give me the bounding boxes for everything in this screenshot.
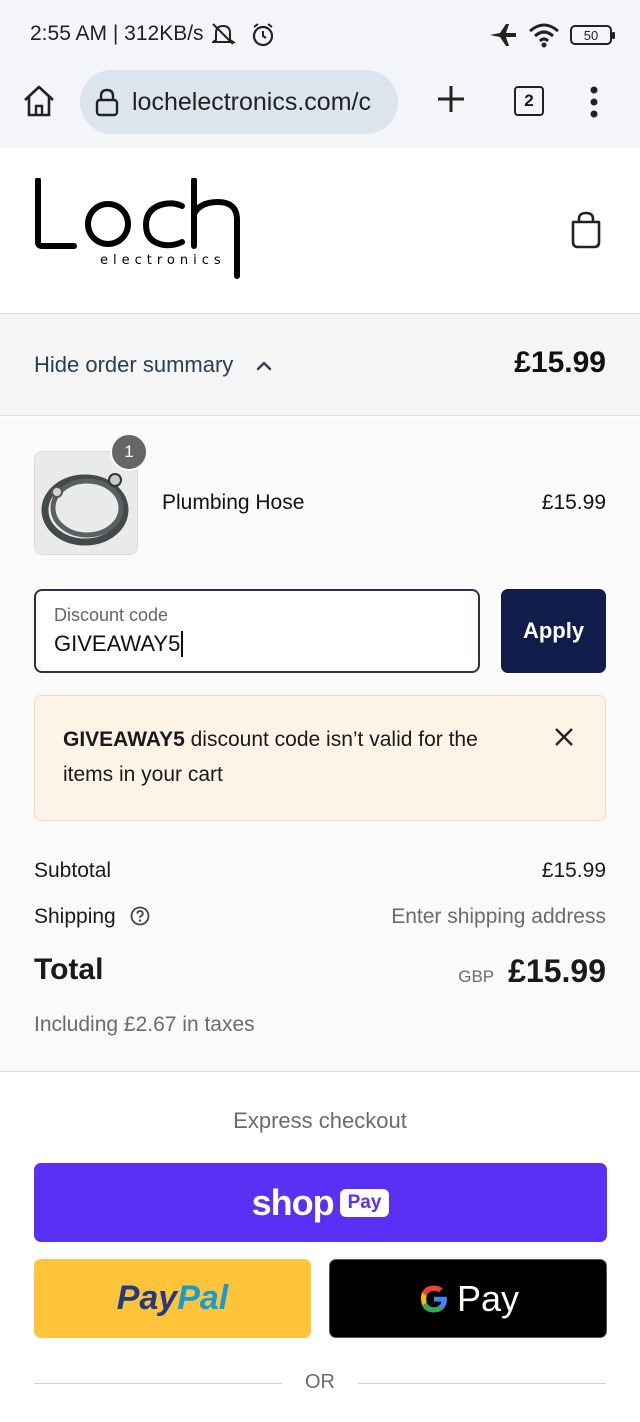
- error-message: GIVEAWAY5 discount code isn’t valid for …: [63, 722, 523, 792]
- subtotal-row: Subtotal £15.99: [34, 859, 606, 883]
- browser-toolbar: lochelectronics.com/c 2: [0, 70, 640, 148]
- airplane-icon: [490, 24, 516, 46]
- shipping-row: Shipping Enter shipping address: [34, 905, 606, 929]
- error-code: GIVEAWAY5: [63, 728, 185, 751]
- lock-icon: [95, 88, 119, 117]
- divider-line-right: [358, 1383, 606, 1384]
- close-icon[interactable]: [553, 726, 575, 748]
- google-pay-text: Pay: [456, 1277, 520, 1319]
- summary-total: £15.99: [514, 346, 606, 379]
- google-pay-button[interactable]: Pay: [329, 1259, 607, 1338]
- total-label: Total: [34, 953, 104, 986]
- total-amount: £15.99: [508, 953, 606, 989]
- order-summary-toggle[interactable]: Hide order summary £15.99: [0, 314, 640, 416]
- address-bar[interactable]: lochelectronics.com/c: [80, 70, 398, 134]
- shop-pay-button[interactable]: shop Pay: [34, 1163, 607, 1242]
- subtotal-label: Subtotal: [34, 859, 112, 882]
- shipping-value: Enter shipping address: [391, 905, 606, 928]
- new-tab-icon[interactable]: [434, 82, 468, 116]
- shop-header: electronics: [0, 148, 640, 314]
- paypal-button[interactable]: Pay Pal: [34, 1259, 311, 1338]
- item-price: £15.99: [541, 491, 606, 514]
- apply-discount-button[interactable]: Apply: [501, 589, 606, 673]
- discount-field-label: Discount code: [54, 605, 169, 625]
- taxes-note: Including £2.67 in taxes: [34, 1013, 255, 1036]
- summary-toggle-label: Hide order summary: [34, 352, 234, 377]
- status-time: 2:55 AM | 312KB/s: [30, 22, 204, 45]
- discount-error-banner: GIVEAWAY5 discount code isn’t valid for …: [34, 695, 606, 821]
- loch-electronics-logo[interactable]: electronics: [34, 178, 254, 282]
- more-options-icon[interactable]: [584, 82, 604, 122]
- or-divider: OR: [34, 1368, 606, 1398]
- mute-alarm-icons: [212, 23, 274, 47]
- status-bar: 2:55 AM | 312KB/s 50: [0, 0, 640, 70]
- paypal-wordmark-pal: Pal: [177, 1279, 229, 1317]
- paypal-wordmark-pay: Pay: [116, 1279, 178, 1317]
- wifi-icon: [529, 23, 559, 48]
- help-circle-icon[interactable]: [130, 906, 150, 926]
- discount-field-value: GIVEAWAY5: [54, 631, 184, 657]
- home-icon[interactable]: [20, 82, 58, 120]
- shopping-bag-icon[interactable]: [568, 210, 604, 250]
- discount-code-field[interactable]: Discount code GIVEAWAY5: [34, 589, 480, 673]
- total-row: Total GBP £15.99: [34, 953, 606, 989]
- logo-subtitle: electronics: [100, 253, 226, 268]
- url-text: lochelectronics.com/c: [132, 87, 371, 116]
- google-g-icon: [420, 1285, 447, 1312]
- shipping-label: Shipping: [34, 905, 116, 928]
- currency-code: GBP: [458, 967, 495, 986]
- order-summary-panel: 1 Plumbing Hose £15.99 Discount code GIV…: [0, 417, 640, 1072]
- express-checkout-title: Express checkout: [233, 1108, 407, 1133]
- battery-indicator: 50: [570, 25, 615, 45]
- quantity-badge: 1: [110, 433, 148, 471]
- tab-switcher-button[interactable]: 2: [514, 86, 544, 116]
- shop-pay-badge: Pay: [339, 1188, 390, 1217]
- chevron-up-icon: [256, 361, 272, 371]
- subtotal-value: £15.99: [541, 859, 606, 882]
- item-name: Plumbing Hose: [162, 491, 305, 514]
- shop-pay-wordmark: shop: [251, 1181, 335, 1223]
